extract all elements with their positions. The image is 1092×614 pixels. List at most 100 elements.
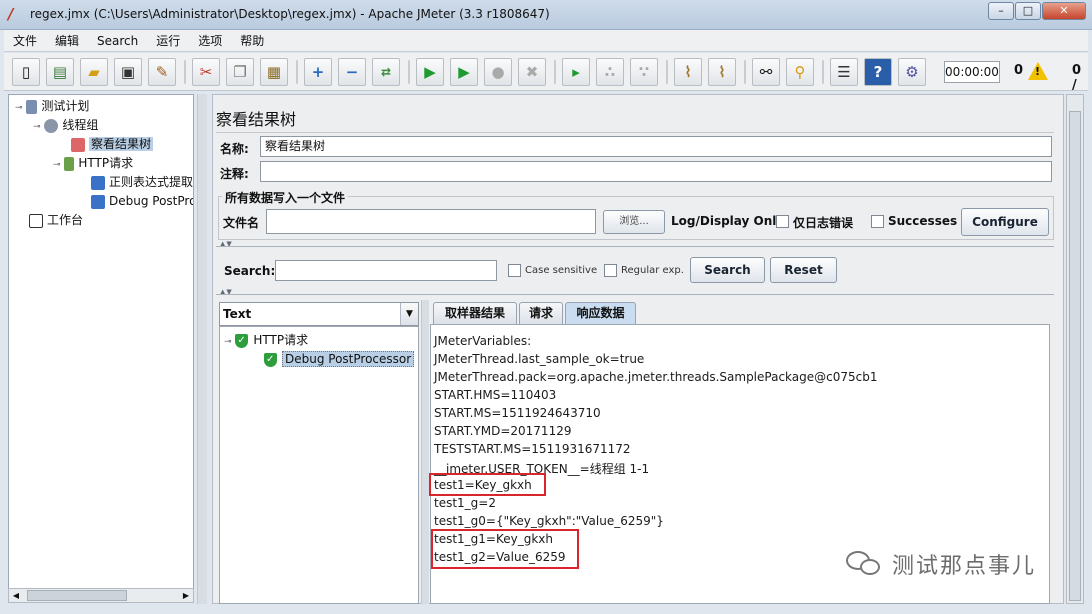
renderer-select[interactable]: Text ▼ (219, 302, 419, 326)
menu-edit[interactable]: 编辑 (46, 32, 88, 49)
chevron-down-icon[interactable]: ▼ (400, 303, 418, 325)
reset-button[interactable]: Reset (770, 257, 837, 283)
response-line: START.MS=1511924643710 (434, 406, 601, 420)
tab-request[interactable]: 请求 (519, 302, 563, 324)
highlight-box (431, 529, 579, 569)
expand-icon[interactable]: + (304, 58, 332, 86)
scroll-thumb[interactable] (27, 590, 127, 601)
arrow-icon (91, 194, 105, 209)
reset-search-broom-icon[interactable]: ⚲ (786, 58, 814, 86)
shutdown-icon[interactable]: ✖ (518, 58, 546, 86)
open-folder-icon[interactable]: ▰ (80, 58, 108, 86)
regular-exp-checkbox[interactable] (604, 264, 617, 277)
write-to-file-title: 所有数据写入一个文件 (222, 189, 349, 206)
split-pane-divider[interactable] (197, 94, 207, 604)
tree-item-regex-extractor[interactable]: 正则表达式提取 (91, 173, 193, 191)
case-sensitive-label: Case sensitive (525, 265, 598, 276)
clear-icon[interactable]: ⌇ (674, 58, 702, 86)
sample-results-tree: ⊸ HTTP请求 Debug PostProcessor (219, 326, 419, 604)
toolbar-separator (666, 60, 668, 84)
filename-field[interactable] (266, 209, 596, 234)
error-count: 0 (1014, 63, 1024, 78)
minimize-button[interactable]: – (988, 2, 1014, 20)
remote-start-icon[interactable]: ▸ (562, 58, 590, 86)
divider-line (216, 246, 1054, 247)
collapse-icon[interactable]: − (338, 58, 366, 86)
binoculars-search-icon[interactable]: ⚯ (752, 58, 780, 86)
watermark: 测试那点事儿 (846, 548, 1036, 580)
copy-icon[interactable]: ❐ (226, 58, 254, 86)
help-icon[interactable]: ? (864, 58, 892, 86)
response-line: TESTSTART.MS=1511931671172 (434, 442, 631, 456)
comment-field[interactable] (260, 161, 1052, 182)
tree-item-workbench[interactable]: 工作台 (29, 211, 83, 229)
warning-icon[interactable]: ! (1028, 62, 1048, 80)
configure-button[interactable]: Configure (961, 208, 1049, 236)
tab-response-data[interactable]: 响应数据 (565, 302, 636, 325)
start-icon[interactable]: ▶ (416, 58, 444, 86)
flask-icon (26, 99, 38, 114)
response-line: JMeterVariables: (434, 334, 532, 348)
menu-help[interactable]: 帮助 (231, 32, 273, 49)
response-line: JMeterThread.pack=org.apache.jmeter.thre… (434, 370, 878, 384)
renderer-value: Text (223, 307, 252, 321)
templates-icon[interactable]: ▤ (46, 58, 74, 86)
errors-only-checkbox[interactable] (776, 215, 789, 228)
pen-icon (64, 156, 75, 171)
split-pane-divider[interactable] (421, 300, 429, 604)
close-button[interactable]: ✕ (1042, 2, 1086, 20)
success-shield-icon (235, 332, 249, 350)
cut-icon[interactable]: ✂ (192, 58, 220, 86)
remote-stop-icon[interactable]: ∴ (596, 58, 624, 86)
tree-item-debug-postprocessor[interactable]: Debug PostPro (91, 192, 193, 210)
function-helper-icon[interactable]: ☰ (830, 58, 858, 86)
log-viewer-icon[interactable]: ⚙ (898, 58, 926, 86)
toggle-icon[interactable]: ⇄ (372, 58, 400, 86)
stop-icon[interactable]: ● (484, 58, 512, 86)
save-icon[interactable]: ▣ (114, 58, 142, 86)
panel-title: 察看结果树 (216, 110, 297, 129)
scroll-right-icon[interactable]: ▶ (179, 589, 193, 602)
toolbar-separator (822, 60, 824, 84)
comment-label: 注释: (220, 167, 249, 181)
remote-shutdown-icon[interactable]: ∵ (630, 58, 658, 86)
tree-horizontal-scrollbar[interactable]: ◀ ▶ (8, 588, 194, 603)
test-plan-tree: ⊸ 测试计划 ⊸ 线程组 察看结果树 ⊸ HTTP请求 正则表达式提取 Debu… (8, 94, 194, 590)
tree-item-view-results-tree[interactable]: 察看结果树 (71, 135, 154, 153)
toolbar-separator (184, 60, 186, 84)
result-item-http-request[interactable]: ⊸ HTTP请求 (224, 331, 308, 350)
toolbar: ▯ ▤ ▰ ▣ ✎ ✂ ❐ ▦ + − ⇄ ▶ ▶ ● ✖ ▸ ∴ ∵ ⌇ ⌇ … (4, 53, 1088, 93)
scroll-left-icon[interactable]: ◀ (9, 589, 23, 602)
paste-icon[interactable]: ▦ (260, 58, 288, 86)
panel-vertical-scrollbar[interactable] (1066, 94, 1084, 604)
jmeter-feather-icon: / (8, 5, 14, 23)
menu-search[interactable]: Search (88, 34, 147, 48)
menu-run[interactable]: 运行 (147, 32, 189, 49)
browse-button[interactable]: 浏览... (603, 210, 665, 234)
search-input[interactable] (275, 260, 497, 281)
tree-item-http-request[interactable]: ⊸ HTTP请求 (53, 154, 133, 172)
start-no-pauses-icon[interactable]: ▶ (450, 58, 478, 86)
tree-item-thread-group[interactable]: ⊸ 线程组 (33, 116, 98, 134)
tree-item-test-plan[interactable]: ⊸ 测试计划 (15, 97, 89, 115)
new-file-icon[interactable]: ▯ (12, 58, 40, 86)
scroll-thumb[interactable] (1069, 111, 1081, 601)
maximize-button[interactable]: □ (1015, 2, 1041, 20)
menu-options[interactable]: 选项 (189, 32, 231, 49)
case-sensitive-checkbox[interactable] (508, 264, 521, 277)
tab-sampler-result[interactable]: 取样器结果 (433, 302, 517, 324)
divider-line (216, 294, 1054, 295)
clear-all-icon[interactable]: ⌇ (708, 58, 736, 86)
name-field[interactable]: 察看结果树 (260, 136, 1052, 157)
search-label: Search: (224, 264, 276, 278)
save-as-icon[interactable]: ✎ (148, 58, 176, 86)
active-threads: 0 / (1072, 63, 1082, 93)
response-line: test1_g0={"Key_gkxh":"Value_6259"} (434, 514, 664, 528)
name-label: 名称: (220, 142, 249, 156)
successes-checkbox[interactable] (871, 215, 884, 228)
window-title: regex.jmx (C:\Users\Administrator\Deskto… (30, 7, 550, 21)
search-button[interactable]: Search (690, 257, 765, 283)
result-item-debug-postprocessor[interactable]: Debug PostProcessor (264, 350, 415, 369)
menu-file[interactable]: 文件 (4, 32, 46, 49)
response-line: test1_g=2 (434, 496, 496, 510)
